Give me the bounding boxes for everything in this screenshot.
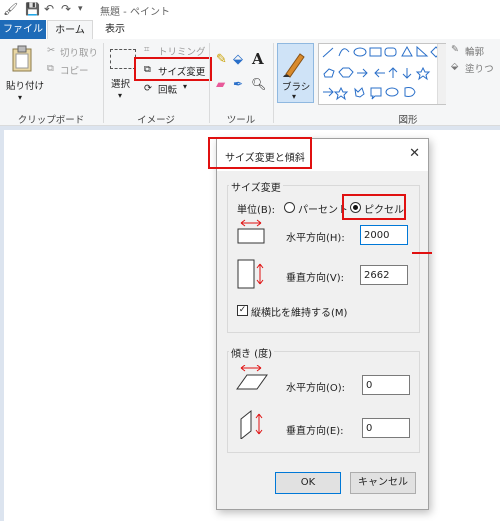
cut-button[interactable]: 切り取り	[60, 45, 98, 59]
quick-access-dropdown-icon[interactable]: ▾	[78, 4, 83, 14]
ribbon-separator	[273, 43, 274, 123]
outline-icon[interactable]: ✎	[451, 44, 459, 55]
save-icon[interactable]: 💾	[25, 2, 40, 16]
eraser-icon[interactable]: ▰	[216, 77, 225, 91]
ok-button[interactable]: OK	[275, 472, 341, 494]
close-icon[interactable]: ✕	[409, 146, 420, 161]
paste-label[interactable]: 貼り付け	[6, 78, 44, 92]
select-icon[interactable]	[110, 49, 136, 69]
ribbon-separator	[209, 43, 210, 123]
unit-label: 単位(B):	[237, 205, 276, 216]
clipboard-icon	[12, 45, 32, 72]
pencil-icon[interactable]: ✎	[216, 52, 227, 67]
crop-icon[interactable]: ⌗	[144, 44, 149, 55]
tab-home[interactable]: ホーム	[47, 20, 93, 40]
shapes-icon	[322, 45, 442, 101]
brush-dropdown-icon: ▾	[292, 92, 297, 101]
shapes-gallery-scrollbar[interactable]	[437, 44, 446, 104]
tab-view[interactable]: 表示	[95, 20, 135, 39]
vertical-resize-icon	[237, 259, 264, 289]
horizontal-skew-icon	[236, 365, 268, 390]
vertical-label: 垂直方向(V):	[286, 273, 345, 284]
outline-button[interactable]: 輪郭	[465, 44, 484, 58]
resize-skew-dialog: サイズ変更と傾斜 ✕ サイズ変更 単位(B): パーセント ピクセル 水平方向(…	[208, 137, 429, 510]
tab-file[interactable]: ファイル	[0, 20, 46, 39]
percent-label[interactable]: パーセント	[298, 201, 348, 216]
resize-highlight-box	[134, 57, 212, 81]
ribbon: 貼り付け ▾ ✂ 切り取り ⧉ コピー クリップボード 選択 ▾ ⌗ トリミング…	[0, 39, 500, 126]
vertical-skew-icon	[240, 409, 263, 439]
paint-app-icon: 🖌	[3, 2, 19, 16]
percent-radio[interactable]	[284, 202, 295, 213]
tools-group-label: ツール	[226, 115, 256, 126]
undo-icon[interactable]: ↶	[44, 2, 54, 16]
copy-icon[interactable]: ⧉	[47, 63, 54, 74]
color-picker-icon[interactable]: ✒	[233, 77, 243, 91]
text-icon[interactable]: A	[252, 50, 264, 68]
horizontal-input[interactable]: 2000	[360, 225, 408, 245]
window-title: 無題 - ペイント	[100, 7, 170, 18]
horizontal-label: 水平方向(H):	[286, 233, 345, 244]
fill-icon[interactable]: ⬙	[451, 61, 458, 72]
paste-button[interactable]	[10, 45, 34, 73]
brush-button[interactable]: ブラシ ▾	[277, 43, 314, 103]
shapes-gallery[interactable]	[318, 43, 446, 105]
skew-vertical-input[interactable]: 0	[362, 418, 410, 438]
fill-bucket-icon[interactable]: ⬙	[233, 52, 243, 67]
select-dropdown-icon[interactable]: ▾	[118, 91, 122, 100]
ribbon-separator	[103, 43, 104, 123]
skew-vertical-label: 垂直方向(E):	[286, 426, 344, 437]
ribbon-tab-bar: ファイル ホーム 表示	[0, 20, 500, 40]
rotate-icon[interactable]: ⟳	[144, 83, 152, 94]
crop-button[interactable]: トリミング	[158, 44, 206, 58]
cancel-button[interactable]: キャンセル	[350, 472, 416, 494]
annotation-line	[412, 252, 432, 254]
horizontal-resize-icon	[237, 219, 265, 244]
select-button[interactable]: 選択	[111, 76, 130, 90]
rotate-dropdown-icon[interactable]: ▾	[183, 82, 187, 91]
shapes-group-label: 図形	[398, 115, 418, 126]
brush-label: ブラシ	[282, 82, 311, 93]
fill-button[interactable]: 塗りつ	[465, 61, 494, 75]
skew-horizontal-input[interactable]: 0	[362, 375, 410, 395]
skew-group-legend: 傾き (度)	[229, 345, 274, 360]
keep-ratio-checkbox[interactable]: ✓	[237, 305, 248, 316]
vertical-input[interactable]: 2662	[360, 265, 408, 285]
resize-group-legend: サイズ変更	[229, 179, 283, 194]
copy-button[interactable]: コピー	[60, 63, 89, 77]
paste-dropdown-icon[interactable]: ▾	[18, 93, 22, 102]
magnifier-icon[interactable]: 🔍︎	[251, 77, 266, 91]
skew-horizontal-label: 水平方向(O):	[286, 383, 346, 394]
title-bar: 🖌 💾 ↶ ↷ ▾ 無題 - ペイント	[0, 0, 500, 20]
rotate-button[interactable]: 回転	[158, 82, 177, 96]
cut-icon[interactable]: ✂	[47, 45, 55, 56]
redo-icon[interactable]: ↷	[61, 2, 71, 16]
brush-icon	[283, 53, 305, 78]
dialog-title-highlight-box	[208, 137, 312, 169]
pixel-highlight-box	[342, 194, 406, 220]
keep-ratio-label[interactable]: 縦横比を維持する(M)	[251, 304, 347, 319]
image-group-label: イメージ	[137, 115, 175, 126]
clipboard-group-label: クリップボード	[17, 115, 85, 126]
